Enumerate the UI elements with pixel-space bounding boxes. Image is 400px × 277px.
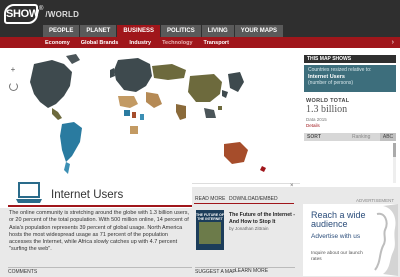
- tabs-underline: [194, 203, 294, 204]
- map-region-southeast-asia[interactable]: [204, 108, 216, 118]
- book-author: by Jonathan Zittrain: [229, 226, 269, 231]
- map-region-south-america-south[interactable]: [64, 162, 70, 174]
- logo-suffix: /WORLD: [45, 9, 80, 19]
- nav-item-living[interactable]: LIVING: [201, 25, 234, 37]
- advertisement[interactable]: Reach a wide audience Advertise with us …: [303, 204, 398, 276]
- comments-tab[interactable]: COMMENTS: [8, 267, 192, 275]
- map-region-africa-east[interactable]: [140, 114, 144, 120]
- subnav-transport[interactable]: Transport: [204, 40, 229, 46]
- nav-item-your-maps[interactable]: YOUR MAPS: [234, 25, 284, 37]
- subnav-next-arrow-icon[interactable]: ›: [392, 37, 394, 48]
- tab-read-more[interactable]: READ MORE: [195, 196, 225, 202]
- subnav-economy[interactable]: Economy: [45, 40, 70, 46]
- subnav-industry[interactable]: Industry: [129, 40, 151, 46]
- panel-indicator-box: Countries resized relative to: Internet …: [304, 65, 396, 92]
- panel-heading: THIS MAP SHOWS: [304, 55, 396, 63]
- ad-subhead: Advertise with us: [311, 233, 361, 240]
- map-region-europe[interactable]: [114, 58, 152, 92]
- subnav-global-brands[interactable]: Global Brands: [81, 40, 119, 46]
- map-region-south-america[interactable]: [60, 122, 82, 162]
- map-region-australia[interactable]: [224, 142, 248, 164]
- map-region-central-america[interactable]: [52, 108, 62, 120]
- map-region-greenland[interactable]: [66, 54, 80, 64]
- book-cover-art: [199, 222, 221, 244]
- world-total-value: 1.3 billion: [306, 104, 348, 115]
- zoom-in-icon[interactable]: +: [9, 66, 17, 74]
- nav-item-politics[interactable]: POLITICS: [161, 25, 201, 37]
- map-region-north-america[interactable]: [30, 60, 72, 108]
- panel-scrollbar[interactable]: [393, 143, 396, 183]
- map-region-taiwan[interactable]: [218, 106, 222, 110]
- map-region-africa-north[interactable]: [118, 96, 138, 108]
- main-nav: PEOPLE PLANET BUSINESS POLITICS LIVING Y…: [43, 25, 284, 37]
- indicator-unit: (number of persons): [308, 80, 354, 86]
- nav-item-planet[interactable]: PLANET: [80, 25, 117, 37]
- book-title-link[interactable]: The Future of the Internet - And How to …: [229, 212, 297, 225]
- data-year: Data 2015: [306, 117, 327, 122]
- subnav-technology[interactable]: Technology: [162, 40, 192, 46]
- sort-ranking-button[interactable]: Ranking: [352, 133, 370, 141]
- tab-download-embed[interactable]: DOWNLOAD/EMBED: [229, 196, 278, 202]
- title-underline: [8, 205, 192, 207]
- map-region-china[interactable]: [188, 74, 222, 102]
- nav-item-business[interactable]: BUSINESS: [117, 25, 161, 37]
- map-region-middle-east[interactable]: [146, 92, 162, 108]
- learn-more-link[interactable]: LEARN MORE: [235, 268, 268, 274]
- book-cover-title: THE FUTURE OF THE INTERNET: [196, 213, 224, 221]
- page-title: Internet Users: [51, 189, 124, 201]
- logo-registered: ®: [39, 6, 44, 12]
- nav-item-people[interactable]: PEOPLE: [43, 25, 80, 37]
- panel-scrollbar-thumb[interactable]: [393, 143, 396, 157]
- map-region-africa-west[interactable]: [124, 110, 130, 116]
- sub-nav: Economy Global Brands Industry Technolog…: [0, 37, 400, 48]
- map-region-new-zealand[interactable]: [260, 166, 266, 172]
- sort-bar: SORT Ranking ABC: [304, 133, 396, 141]
- map-description: The online community is stretching aroun…: [9, 210, 190, 253]
- laptop-icon: [16, 182, 42, 203]
- ad-headline: Reach a wide audience: [311, 210, 366, 229]
- details-link[interactable]: Details: [306, 123, 320, 128]
- logo[interactable]: SHOW ® /WORLD: [4, 4, 79, 24]
- map-region-south-asia[interactable]: [176, 104, 186, 120]
- indicator-intro: Countries resized relative to:: [308, 67, 372, 73]
- cartogram-map[interactable]: +: [0, 52, 300, 185]
- map-region-africa-central[interactable]: [132, 112, 136, 118]
- sort-label: SORT: [307, 134, 321, 140]
- reset-view-icon[interactable]: [9, 82, 18, 91]
- ad-label: ADVERTISEMENT: [356, 198, 395, 203]
- world-map-svg[interactable]: [0, 52, 300, 185]
- logo-mark: SHOW: [4, 4, 39, 24]
- map-region-russia[interactable]: [152, 64, 186, 80]
- ad-body: Inquire about our launch rates: [311, 251, 363, 262]
- book-cover-image[interactable]: THE FUTURE OF THE INTERNET: [196, 210, 224, 250]
- map-region-japan[interactable]: [228, 72, 244, 92]
- sort-abc-button[interactable]: ABC: [380, 133, 396, 141]
- map-info-panel: THIS MAP SHOWS Countries resized relativ…: [300, 52, 400, 187]
- map-region-korea[interactable]: [222, 90, 228, 98]
- map-region-africa-south[interactable]: [130, 126, 138, 134]
